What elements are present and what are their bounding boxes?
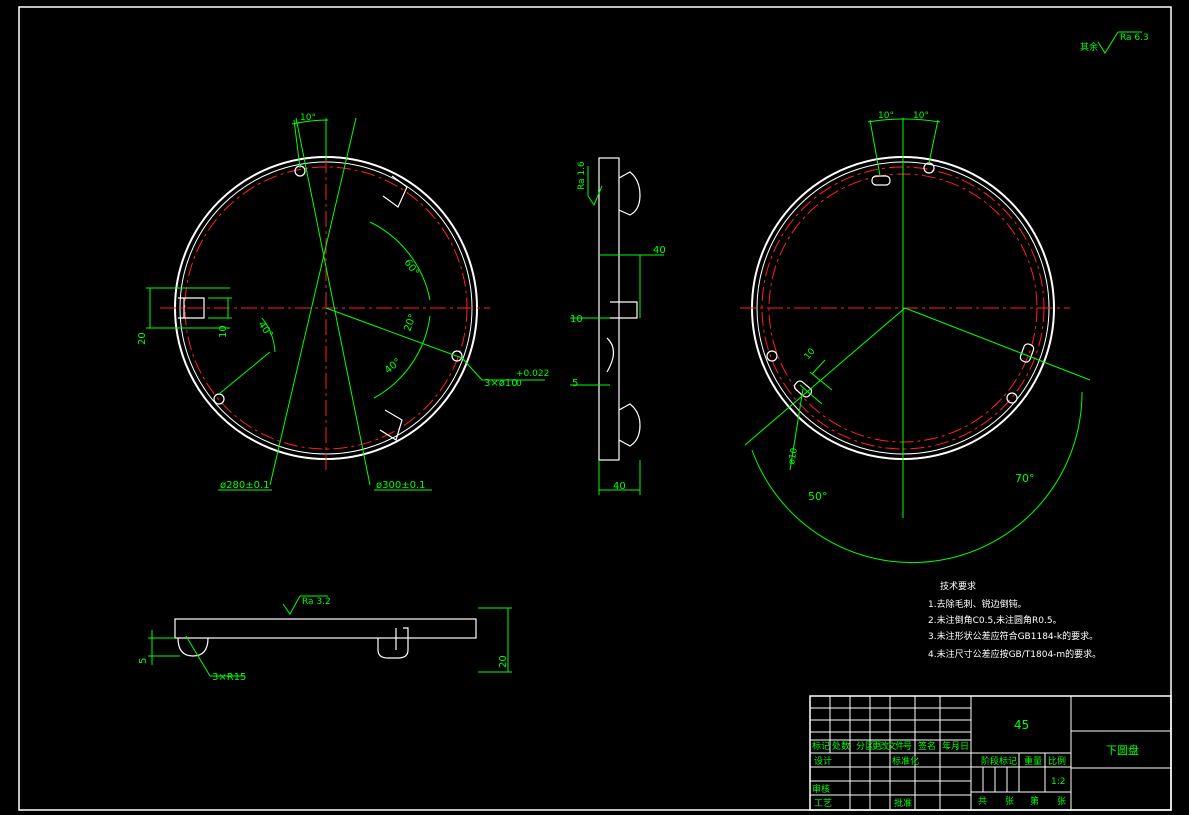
front-view: 10° 60° 20° 40° 40° 20 10 3×ø10 +0.022 0… [137,113,549,491]
tb-standardize: 标准化 [892,755,919,767]
front-angle-a: 60° [402,257,421,278]
tech-line-2: 2.未注倒角C0.5,未注圆角R0.5。 [928,614,1062,626]
side-roughness: Ra 1.6 [577,161,587,190]
front-dim-20: 20 [137,332,148,345]
front-d280: ø280±0.1 [220,480,270,491]
tb-change-doc: 更改文件号 [872,740,912,752]
tb-approve: 批准 [894,797,912,809]
tb-sheets-unit1: 张 [1005,796,1014,807]
roughness-symbol-rest: 其余 Ra 6.3 [1080,31,1149,54]
tb-date: 年、月、日 [942,740,969,752]
back-angle-50: 50° [808,490,828,503]
tech-title: 技术要求 [940,580,976,592]
front-holes-tol: +0.022 [516,369,549,379]
tb-sheets-total: 共 [978,796,987,807]
roughness-rest-value: Ra 6.3 [1120,33,1149,43]
front-dim-10: 10 [218,325,229,338]
back-angle-70: 70° [1015,472,1035,485]
bottom-dim-5: 5 [138,658,149,664]
back-slot-width: 10 [803,347,818,362]
tb-sheet-no: 第 [1030,795,1039,807]
side-d10: 10 [570,314,583,325]
tb-designer: 设计 [814,755,832,767]
tb-count: 处数 [832,740,850,752]
side-d40-top: 40 [653,245,666,256]
tb-scale: 1:2 [1051,777,1065,787]
front-angle-top: 10° [300,113,316,123]
technical-requirements: 技术要求 1.去除毛刺、锐边倒钝。 2.未注倒角C0.5,未注圆角R0.5。 3… [928,580,1101,660]
bottom-roughness: Ra 3.2 [302,597,331,607]
tb-part-name: 下圆盘 [1106,743,1139,757]
back-view: 10° 10° 10 ø10 50° 70° [740,111,1091,564]
roughness-rest-label: 其余 [1080,41,1098,53]
back-slot-dia: ø10 [787,447,800,466]
side-d5: 5 [572,378,578,389]
front-holes-label: 3×ø10 [484,378,518,389]
tb-weight: 重量 [1024,755,1042,767]
tb-signature: 签名 [918,740,936,752]
side-view: Ra 1.6 40 10 5 40 [570,157,666,495]
drawing-border [18,6,1172,811]
front-holes-tol2: 0 [516,379,522,389]
bottom-dim-20: 20 [498,655,509,668]
title-block: 标记 处数 分区 更改文件号 签名 年、月、日 设计 标准化 审核 工艺 批准 … [809,695,1172,811]
tb-review: 审核 [812,783,830,795]
tb-process: 工艺 [814,798,832,809]
bottom-view: Ra 3.2 5 20 3×R15 [138,595,512,683]
tb-mark: 标记 [812,740,830,752]
tb-scale-label: 比例 [1048,755,1066,767]
tech-line-3: 3.未注形状公差应符合GB1184-k的要求。 [928,630,1098,642]
tech-line-1: 1.去除毛刺、锐边倒钝。 [928,598,1027,610]
front-d300: ø300±0.1 [376,480,426,491]
front-angle-c: 40° [383,356,404,376]
bottom-radius: 3×R15 [212,672,246,683]
tb-material: 45 [1014,718,1029,732]
front-angle-b: 20° [402,313,418,333]
cad-drawing: 其余 Ra 6.3 10° 60° 20° 40° 40° 20 10 3×ø1… [18,6,1172,811]
tech-line-4: 4.未注尺寸公差应按GB/T1804-m的要求。 [928,648,1101,660]
tb-stage-mark: 阶段标记 [981,755,1017,767]
back-angle-left: 10° [878,111,894,121]
side-d40-bottom: 40 [613,481,626,492]
back-angle-right: 10° [913,111,929,121]
tb-sheets-unit2: 张 [1057,796,1066,807]
